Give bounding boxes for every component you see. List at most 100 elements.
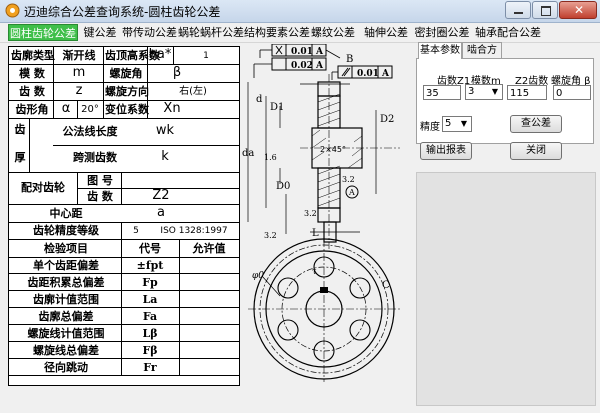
tip-diameter-label: da [242,148,254,159]
tab-key[interactable]: 键公差 [80,24,120,41]
tab-worm[interactable]: 蜗轮蜗杆公差 [178,24,244,41]
tab-shaft[interactable]: 轴伸公差 [362,24,410,41]
z1-input[interactable]: 35 [423,85,461,100]
result-area [416,172,596,406]
precision-select[interactable]: 5 ▼ [442,116,472,132]
tol-2-ref: A [315,61,324,71]
section-c-label: C [382,280,390,291]
helix-direction-label: 螺旋方向 [105,85,149,98]
module-select[interactable]: 3 ▼ [465,84,503,100]
addendum-coef-label: 齿顶高系数 [105,49,160,62]
helix-direction-value: 右(左) [179,86,207,97]
pressure-angle-symbol: α [61,101,71,116]
thickness-label-1: 齿 [14,123,26,136]
chevron-down-icon: ▼ [491,87,499,96]
module-value: 3 [468,86,475,97]
drawing-no-label: 图 号 [87,174,113,187]
precision-value: 5 [445,118,452,129]
base-tangent-length-symbol: wk [155,123,175,138]
check-item-header: 检验项目 [44,242,88,255]
roughness-3-2-c: 3.2 [264,231,277,240]
tab-basic-params[interactable]: 基本参数 [418,42,462,59]
helix-angle-label: 螺旋角 [109,67,143,80]
center-distance-label: 中心距 [49,207,83,220]
tol-3-ref: A [381,69,390,79]
module-symbol: m [72,65,86,80]
parameter-panel: 基本参数 啮合方式 齿数Z1 模数m Z2齿数 螺旋角 β 35 3 ▼ 115… [412,42,598,408]
title-bar: 迈迪综合公差查询系统-圆柱齿轮公差 ✕ [0,0,600,23]
mating-teeth-label: 齿 数 [87,190,113,203]
minimize-button[interactable] [505,1,531,19]
roughness-3-2-b: 3.2 [342,175,355,184]
length-l-label: L [312,228,319,239]
thickness-label-2: 厚 [14,151,26,164]
tab-cylindrical-gear[interactable]: 圆柱齿轮公差 [8,24,78,41]
tab-thread[interactable]: 螺纹公差 [309,24,357,41]
d0-label: D0 [276,181,290,192]
span-teeth-symbol: k [161,149,169,164]
tol-1-ref: A [315,47,324,57]
width-b-label: B [346,54,353,65]
item-label: 单个齿距偏差 [33,259,99,272]
close-button[interactable]: 关闭 [510,142,562,160]
accuracy-grade-label: 齿轮精度等级 [33,224,99,237]
tau-label: τ [312,267,317,276]
tol-1: 0.01 [291,47,313,57]
helix-angle-symbol: β [172,65,182,80]
item-code: Fβ [142,344,158,357]
chevron-down-icon: ▼ [460,119,468,128]
z2-input[interactable]: 115 [507,85,547,100]
roughness-1-6: 1.6 [264,153,277,162]
precision-label: 精度 [420,122,440,133]
app-icon [5,3,20,18]
module-label: 模 数 [19,67,45,80]
addendum-coef-value: 1 [203,51,209,61]
d1-label: D1 [270,102,284,113]
item-code: Lβ [142,327,158,340]
tab-belt[interactable]: 带传动公差 [122,24,177,41]
item-code: Fa [142,310,158,323]
maximize-button[interactable] [532,1,558,19]
check-tolerance-button[interactable]: 查公差 [510,115,562,133]
export-report-button[interactable]: 输出报表 [420,142,472,160]
item-code: Fp [142,276,158,289]
gear-drawing: 0.01 A 0.02 A 0.01 A B 2×45° da d D1 D2 … [242,44,400,382]
accuracy-grade-value: 5 [133,226,139,236]
tab-mesh-mode[interactable]: 啮合方式 [462,42,502,72]
beta-input[interactable]: 0 [553,85,591,100]
allowance-header: 允许值 [192,242,226,255]
chamfer-label: 2×45° [320,145,346,154]
addendum-coef-symbol: ha* [148,47,172,62]
pitch-diameter-label: d [256,94,263,105]
teeth-label: 齿 数 [19,85,45,98]
tab-bearing[interactable]: 轴承配合公差 [474,24,542,41]
span-teeth-label: 跨测齿数 [73,151,117,164]
profile-type-value: 渐开线 [62,49,96,62]
tab-structure[interactable]: 结构要素公差 [244,24,310,41]
tol-3: 0.01 [357,69,379,79]
shift-coef-symbol: Xn [163,101,181,116]
item-label: 径向跳动 [44,361,88,374]
d2-label: D2 [380,114,394,125]
item-label: 螺旋线计值范围 [27,327,105,340]
roughness-3-2-a: 3.2 [304,209,317,218]
item-code: ±fpt [136,259,164,272]
tab-seal[interactable]: 密封圈公差 [414,24,470,41]
tol-2: 0.02 [291,61,313,71]
phi0-label: φ0 [252,271,264,281]
profile-type-label: 齿廓类型 [11,49,55,62]
datum-a-label: A [348,188,355,197]
center-distance-symbol: a [157,205,165,220]
close-window-button[interactable]: ✕ [559,1,597,19]
window-title: 迈迪综合公差查询系统-圆柱齿轮公差 [24,5,221,19]
gear-parameter-table: 齿廓类型 渐开线 齿顶高系数 ha* 1 模 数 m 螺旋角 β 齿 数 z 螺… [8,46,240,386]
code-header: 代号 [139,242,161,255]
base-tangent-length-label: 公法线长度 [62,125,118,138]
mating-gear-label: 配对齿轮 [21,181,65,194]
accuracy-standard: ISO 1328:1997 [160,226,228,236]
pressure-angle-label: 齿形角 [15,103,49,116]
item-label: 齿距积累总偏差 [27,276,105,289]
mating-teeth-symbol: Z2 [152,188,170,203]
item-code: Fr [143,361,157,374]
teeth-symbol: z [75,83,83,98]
